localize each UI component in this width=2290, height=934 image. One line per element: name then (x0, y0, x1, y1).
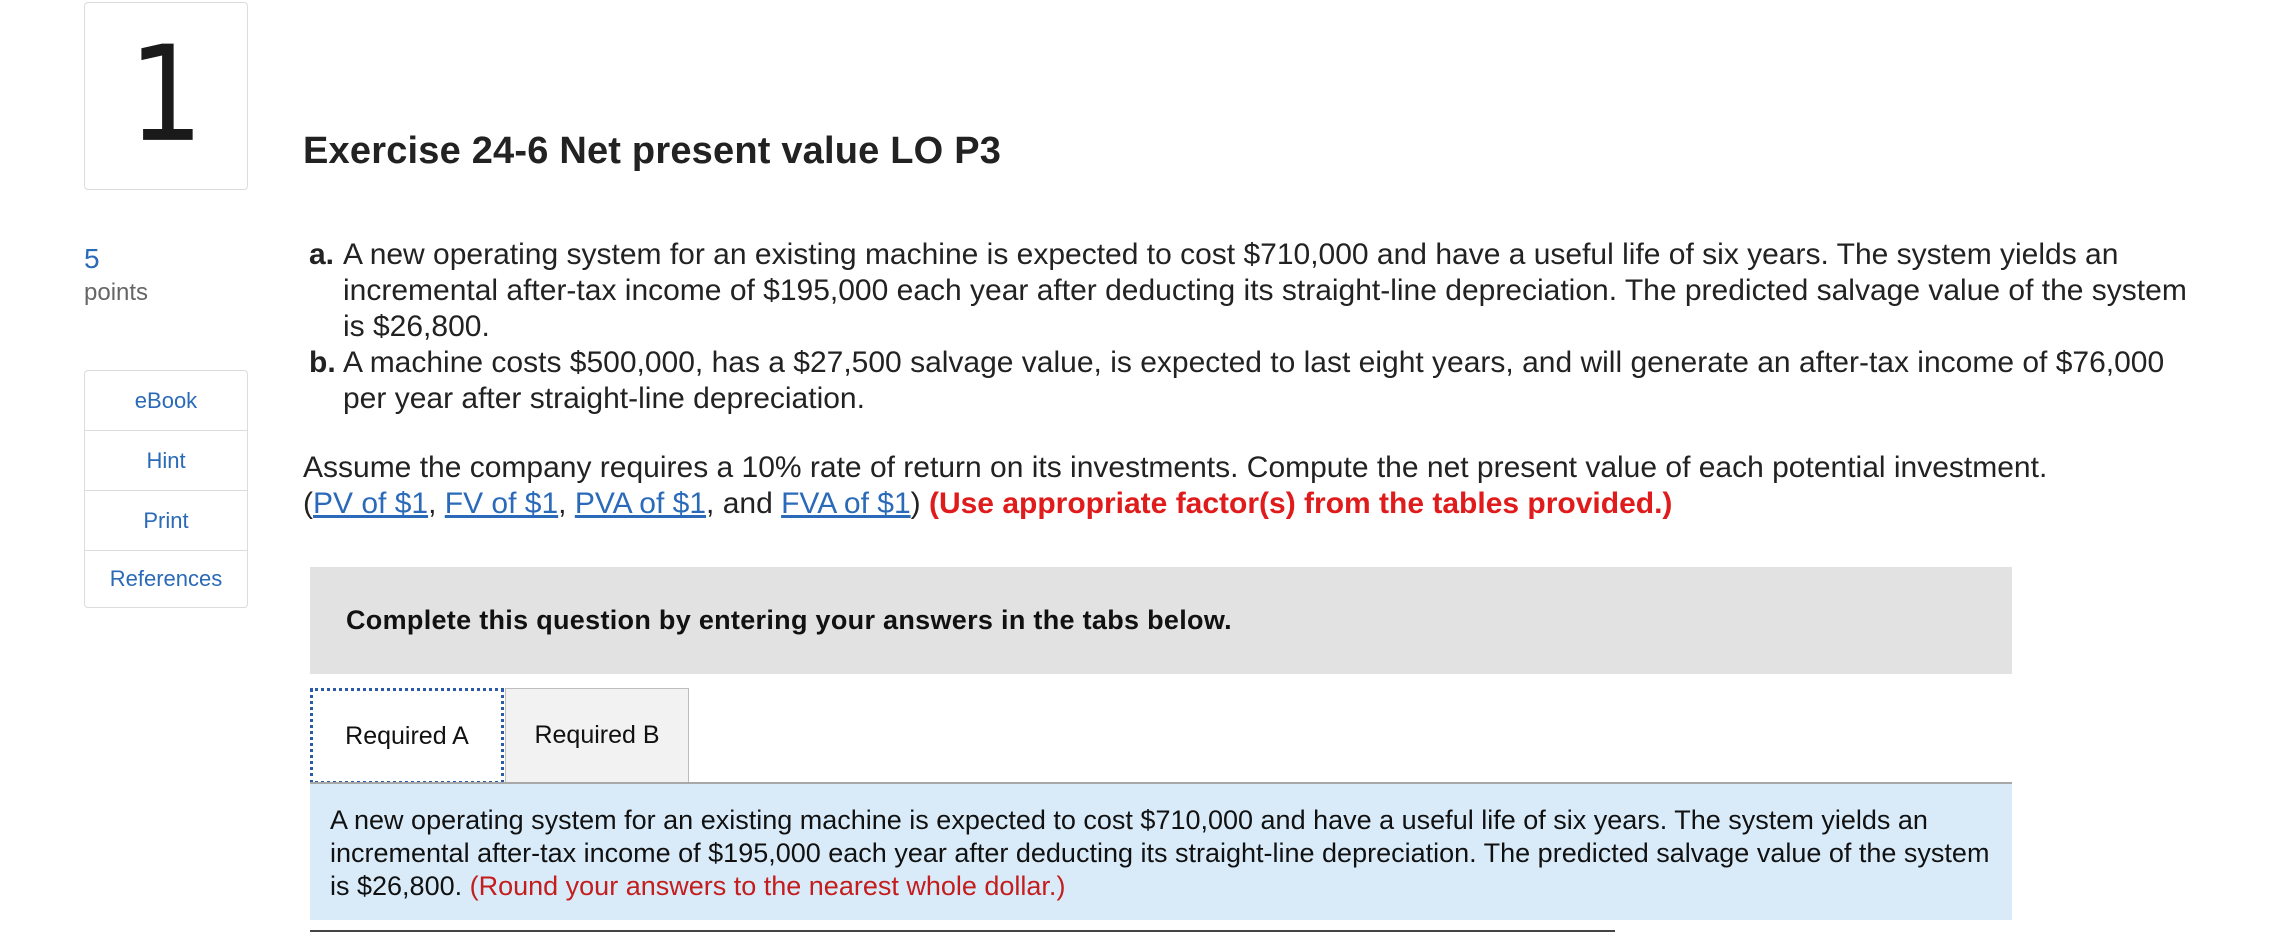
instruction-banner: Complete this question by entering your … (310, 567, 2012, 674)
link-separator: , (558, 487, 575, 520)
fv-table-link[interactable]: FV of $1 (445, 487, 558, 520)
pva-table-link[interactable]: PVA of $1 (575, 487, 706, 520)
question-page: 1 5 points eBook Hint Print References E… (0, 0, 2290, 934)
points-value: 5 (84, 243, 100, 274)
paren-close: ) (910, 487, 929, 520)
link-separator: , and (706, 487, 782, 520)
link-separator: , (428, 487, 445, 520)
pv-table-link[interactable]: PV of $1 (313, 487, 428, 520)
rounding-note: (Round your answers to the nearest whole… (469, 871, 1066, 901)
fva-table-link[interactable]: FVA of $1 (781, 487, 911, 520)
references-link[interactable]: References (85, 551, 247, 607)
problem-letter-b: b. (309, 346, 336, 379)
problem-item-a: a. A new operating system for an existin… (303, 237, 2193, 345)
hint-link[interactable]: Hint (85, 431, 247, 491)
paren-open: ( (303, 487, 313, 520)
tab-required-a[interactable]: Required A (310, 688, 504, 784)
print-link[interactable]: Print (85, 491, 247, 551)
points-label: points (84, 279, 149, 306)
assumption-paragraph: Assume the company requires a 10% rate o… (303, 450, 2203, 522)
tab-required-b-label: Required B (534, 721, 660, 749)
question-number: 1 (128, 16, 204, 172)
assumption-text: Assume the company requires a 10% rate o… (303, 451, 2048, 484)
problem-list: a. A new operating system for an existin… (303, 237, 2193, 417)
exercise-title: Exercise 24-6 Net present value LO P3 (303, 130, 1002, 172)
tab-required-b[interactable]: Required B (505, 688, 689, 782)
problem-text-a: A new operating system for an existing m… (343, 238, 2187, 343)
ebook-link[interactable]: eBook (85, 371, 247, 431)
question-number-box: 1 (84, 2, 248, 190)
instruction-text: Complete this question by entering your … (346, 605, 1232, 635)
sidebar-links: eBook Hint Print References (84, 370, 248, 608)
panel-divider (310, 930, 1615, 932)
problem-letter-a: a. (309, 238, 335, 271)
required-a-panel: A new operating system for an existing m… (310, 784, 2012, 920)
tab-required-a-label: Required A (345, 721, 469, 750)
problem-item-b: b. A machine costs $500,000, has a $27,5… (303, 345, 2193, 417)
problem-text-b: A machine costs $500,000, has a $27,500 … (343, 346, 2165, 415)
factor-instruction: (Use appropriate factor(s) from the tabl… (928, 487, 1673, 520)
